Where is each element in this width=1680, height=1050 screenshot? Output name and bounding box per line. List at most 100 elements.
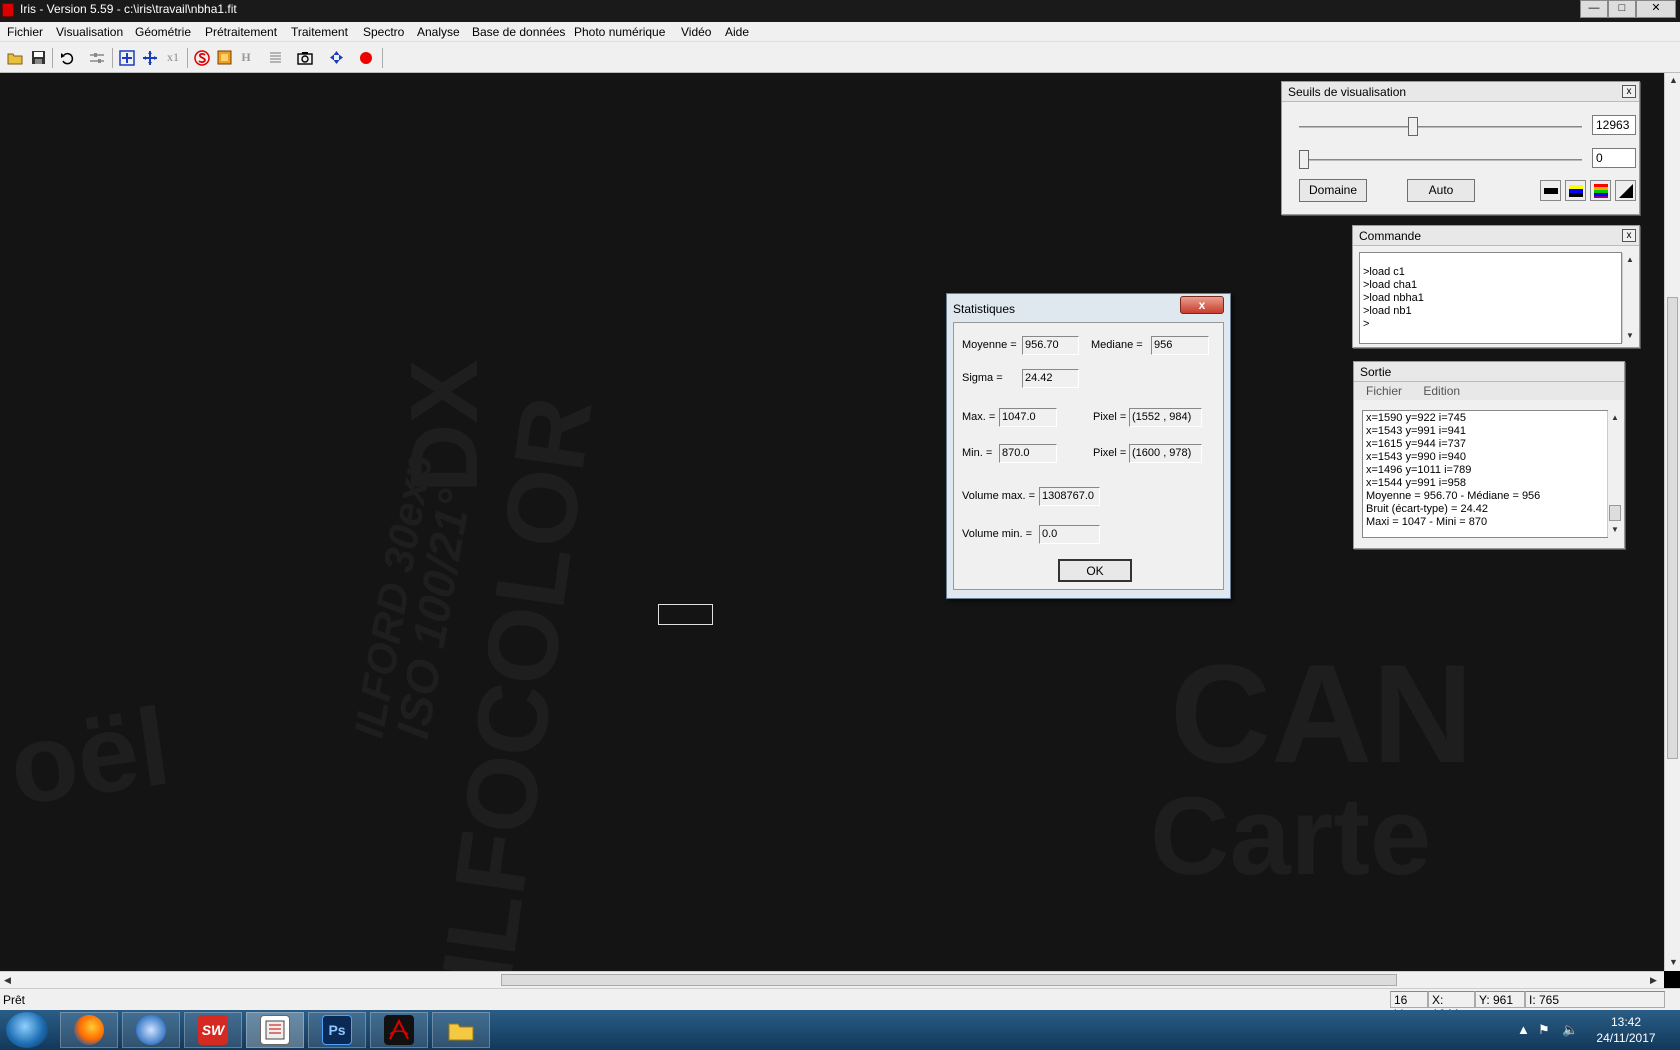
menu-pretraitement[interactable]: Prétraitement bbox=[205, 25, 277, 39]
domaine-button[interactable]: Domaine bbox=[1299, 179, 1367, 202]
command-line: >load cha1 bbox=[1363, 279, 1418, 291]
scroll-right-arrow[interactable]: ▶ bbox=[1650, 975, 1657, 986]
menu-traitement[interactable]: Traitement bbox=[291, 25, 348, 39]
moyenne-value: 956.70 bbox=[1022, 336, 1079, 355]
h-icon[interactable]: H bbox=[235, 47, 257, 68]
low-threshold-input[interactable]: 0 bbox=[1592, 148, 1636, 168]
volume-max-value: 1308767.0 bbox=[1039, 487, 1100, 506]
status-bits: 16 bits bbox=[1390, 991, 1428, 1021]
horizontal-scroll-thumb[interactable] bbox=[501, 974, 1397, 986]
log-line: x=1590 y=922 i=745 bbox=[1366, 412, 1467, 424]
mediane-label: Mediane = bbox=[1091, 339, 1143, 351]
volume-icon[interactable]: 🔈 bbox=[1562, 1022, 1578, 1038]
mono-palette-icon[interactable] bbox=[1540, 180, 1561, 201]
orange-box-icon[interactable] bbox=[213, 47, 235, 68]
seuils-panel: Seuils de visualisation x 12963 0 Domain… bbox=[1281, 81, 1640, 215]
scroll-up-arrow[interactable]: ▲ bbox=[1626, 255, 1634, 264]
auto-button[interactable]: Auto bbox=[1407, 179, 1475, 202]
clock-time: 13:42 bbox=[1610, 1015, 1642, 1029]
menu-analyse[interactable]: Analyse bbox=[417, 25, 460, 39]
rainbow-palette-icon[interactable] bbox=[1590, 180, 1611, 201]
high-threshold-track[interactable] bbox=[1299, 126, 1582, 128]
menu-base-de-donnees[interactable]: Base de données bbox=[472, 25, 565, 39]
menu-spectro[interactable]: Spectro bbox=[363, 25, 404, 39]
commande-panel: Commande x >load c1 >load cha1 >load nbh… bbox=[1352, 225, 1640, 348]
blue-yellow-palette-icon[interactable] bbox=[1565, 180, 1586, 201]
moyenne-label: Moyenne = bbox=[962, 339, 1017, 351]
selection-rectangle[interactable] bbox=[658, 604, 713, 625]
command-scrollbar[interactable]: ▲ ▼ bbox=[1622, 253, 1637, 343]
red-s-icon[interactable] bbox=[191, 47, 213, 68]
start-button[interactable] bbox=[6, 1012, 48, 1048]
low-threshold-slider[interactable] bbox=[1299, 150, 1309, 169]
menu-aide[interactable]: Aide bbox=[725, 25, 749, 39]
output-scroll-thumb[interactable] bbox=[1609, 505, 1621, 521]
autocad-icon[interactable] bbox=[370, 1012, 428, 1048]
explorer-icon[interactable] bbox=[432, 1012, 490, 1048]
min-pixel-label: Pixel = bbox=[1093, 447, 1127, 459]
undo-icon[interactable] bbox=[56, 47, 78, 68]
scroll-down-arrow[interactable]: ▼ bbox=[1669, 957, 1678, 967]
log-line: x=1543 y=990 i=940 bbox=[1366, 451, 1467, 463]
menu-photo-numerique[interactable]: Photo numérique bbox=[574, 25, 665, 39]
vertical-scrollbar[interactable]: ▲ ▼ bbox=[1664, 73, 1680, 971]
photoshop-icon[interactable]: Ps bbox=[308, 1012, 366, 1048]
close-button[interactable]: ✕ bbox=[1636, 0, 1676, 18]
scroll-up-arrow[interactable]: ▲ bbox=[1669, 75, 1678, 85]
maximize-button[interactable]: □ bbox=[1608, 0, 1636, 18]
clock[interactable]: 13:42 24/11/2017 bbox=[1586, 1014, 1666, 1046]
command-input[interactable]: >load c1 >load cha1 >load nbha1 >load nb… bbox=[1359, 252, 1622, 344]
tray-expand-icon[interactable]: ▲ bbox=[1517, 1022, 1530, 1037]
seuils-title: Seuils de visualisation x bbox=[1282, 82, 1639, 102]
high-threshold-input[interactable]: 12963 bbox=[1592, 115, 1636, 135]
output-scrollbar[interactable]: ▲ ▼ bbox=[1607, 411, 1622, 537]
ghost-text-can: CAN bbox=[1170, 635, 1474, 792]
ok-button[interactable]: OK bbox=[1058, 559, 1132, 582]
log-line: x=1615 y=944 i=737 bbox=[1366, 438, 1467, 450]
menu-visualisation[interactable]: Visualisation bbox=[56, 25, 123, 39]
menu-fichier[interactable]: Fichier bbox=[7, 25, 43, 39]
thunderbird-icon[interactable] bbox=[122, 1012, 180, 1048]
low-threshold-track[interactable] bbox=[1299, 159, 1582, 161]
menu-bar: Fichier Visualisation Géométrie Prétrait… bbox=[0, 22, 1680, 42]
adjust-icon[interactable] bbox=[86, 47, 108, 68]
scroll-down-arrow[interactable]: ▼ bbox=[1611, 525, 1619, 534]
scroll-left-arrow[interactable]: ◀ bbox=[4, 975, 11, 986]
flag-icon[interactable]: ⚑ bbox=[1538, 1022, 1550, 1038]
record-icon[interactable] bbox=[355, 47, 377, 68]
min-value: 870.0 bbox=[999, 444, 1057, 463]
ghost-text-oel: oël bbox=[2, 684, 177, 829]
menu-video[interactable]: Vidéo bbox=[681, 25, 711, 39]
zoom-out-icon[interactable] bbox=[139, 47, 161, 68]
minimize-button[interactable]: — bbox=[1580, 0, 1608, 18]
commande-close-button[interactable]: x bbox=[1622, 229, 1636, 242]
save-icon[interactable] bbox=[27, 47, 49, 68]
high-threshold-slider[interactable] bbox=[1408, 117, 1419, 136]
firefox-icon[interactable] bbox=[60, 1012, 118, 1048]
log-line: Moyenne = 956.70 - Médiane = 956 bbox=[1366, 490, 1541, 502]
open-icon[interactable] bbox=[4, 47, 26, 68]
close-icon[interactable]: x bbox=[1180, 296, 1224, 314]
zoom-in-icon[interactable] bbox=[116, 47, 138, 68]
gradient-palette-icon[interactable] bbox=[1615, 180, 1636, 201]
status-y: Y: 961 bbox=[1475, 991, 1525, 1008]
scroll-down-arrow[interactable]: ▼ bbox=[1626, 331, 1634, 340]
vertical-scroll-thumb[interactable] bbox=[1667, 297, 1678, 759]
horizontal-scrollbar[interactable]: ◀ ▶ bbox=[0, 971, 1664, 988]
zoom-1-icon[interactable]: x1 bbox=[162, 47, 184, 68]
menu-geometrie[interactable]: Géométrie bbox=[135, 25, 191, 39]
scroll-up-arrow[interactable]: ▲ bbox=[1611, 413, 1619, 422]
camera-icon[interactable] bbox=[294, 47, 316, 68]
iris-icon[interactable] bbox=[246, 1012, 304, 1048]
sortie-menu-edition[interactable]: Edition bbox=[1423, 384, 1460, 398]
seuils-close-button[interactable]: x bbox=[1622, 85, 1636, 98]
list-icon[interactable] bbox=[264, 47, 286, 68]
sortie-title: Sortie bbox=[1354, 362, 1624, 382]
command-line: >load nbha1 bbox=[1363, 292, 1424, 304]
output-log[interactable]: x=1590 y=922 i=745 x=1543 y=991 i=941 x=… bbox=[1362, 410, 1608, 538]
sortie-menu-fichier[interactable]: Fichier bbox=[1366, 384, 1402, 398]
statistics-title: Statistiques x bbox=[947, 294, 1230, 322]
max-pixel-value: (1552 , 984) bbox=[1129, 408, 1202, 427]
solidworks-icon[interactable]: SW bbox=[184, 1012, 242, 1048]
move-icon[interactable] bbox=[325, 47, 347, 68]
